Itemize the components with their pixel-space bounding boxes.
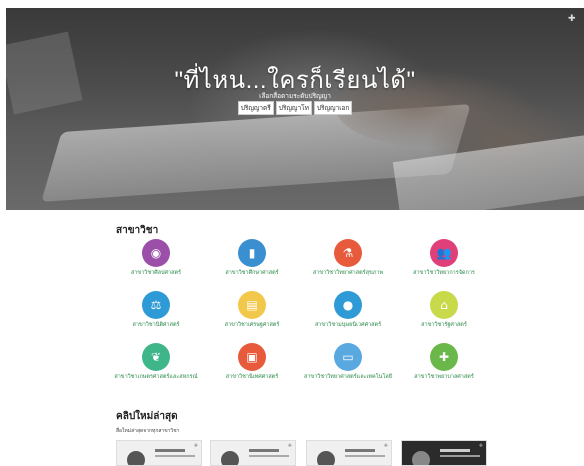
degree-link-master[interactable]: ปริญญาโท: [275, 101, 312, 115]
thumbnail-title: [345, 449, 375, 452]
major-label: สาขาวิชานิเทศศาสตร์: [225, 374, 279, 380]
major-item[interactable]: ▤ สาขาวิชาเศรษฐศาสตร์: [204, 291, 300, 329]
share-icon[interactable]: ✚: [288, 443, 292, 449]
presenter-image: [317, 451, 335, 465]
clip-thumbnail[interactable]: ✚: [306, 440, 392, 466]
degree-links: ปริญญาตรี ปริญญาโท ปริญญาเอก: [6, 101, 584, 115]
clip-thumbnail[interactable]: ✚: [116, 440, 202, 466]
thumbnail-text: [440, 455, 480, 457]
people-icon: 👥: [430, 239, 458, 267]
thumbnail-text: [345, 455, 385, 457]
share-icon[interactable]: ✚: [194, 443, 198, 449]
scales-icon: ⚖: [142, 291, 170, 319]
chart-icon: ▤: [238, 291, 266, 319]
major-item[interactable]: ✚ สาขาวิชาพยาบาลศาสตร์: [396, 343, 492, 381]
thumbnail-title: [440, 449, 470, 452]
major-label: สาขาวิชาศิลปศาสตร์: [130, 270, 182, 276]
major-label: สาขาวิชาศึกษาศาสตร์: [225, 270, 279, 276]
page: ✚ "ที่ไหน...ใครก็เรียนได้" เลือกสื่อตามร…: [0, 0, 584, 466]
person-icon: ●: [334, 291, 362, 319]
thumbnail-text: [155, 455, 195, 457]
major-item[interactable]: ▮ สาขาวิชาศึกษาศาสตร์: [204, 239, 300, 277]
presenter-image: [127, 451, 145, 465]
share-icon[interactable]: ✚: [568, 14, 578, 24]
building-icon: ⌂: [430, 291, 458, 319]
major-label: สาขาวิชานิติศาสตร์: [132, 322, 180, 328]
share-icon[interactable]: ✚: [384, 443, 388, 449]
flask-icon: ⚗: [334, 239, 362, 267]
monitor-icon: ▭: [334, 343, 362, 371]
major-item[interactable]: 👥 สาขาวิชาวิทยาการจัดการ: [396, 239, 492, 277]
major-label: สาขาวิชารัฐศาสตร์: [421, 322, 467, 328]
thumbnail-title: [249, 449, 279, 452]
clips-title: คลิปใหม่ล่าสุด: [116, 411, 178, 422]
camera-icon: ▣: [238, 343, 266, 371]
major-item[interactable]: ⚗ สาขาวิชาวิทยาศาสตร์สุขภาพ: [300, 239, 396, 277]
major-item[interactable]: ❦ สาขาวิชาเกษตรศาสตร์และสหกรณ์: [108, 343, 204, 381]
major-item[interactable]: ▣ สาขาวิชานิเทศศาสตร์: [204, 343, 300, 381]
books-icon: ▮: [238, 239, 266, 267]
presenter-image: [412, 451, 430, 465]
thumbnail-title: [155, 449, 185, 452]
major-label: สาขาวิชามนุษยนิเวศศาสตร์: [314, 322, 382, 328]
major-item[interactable]: ⌂ สาขาวิชารัฐศาสตร์: [396, 291, 492, 329]
clip-thumbnail[interactable]: ✚: [401, 440, 487, 466]
leaf-icon: ❦: [142, 343, 170, 371]
presenter-image: [221, 451, 239, 465]
major-item[interactable]: ⚖ สาขาวิชานิติศาสตร์: [108, 291, 204, 329]
major-label: สาขาวิชาวิทยาศาสตร์สุขภาพ: [312, 270, 384, 276]
hero-subtitle: เลือกสื่อตามระดับปริญญา: [259, 92, 331, 100]
major-label: สาขาวิชาเกษตรศาสตร์และสหกรณ์: [114, 374, 198, 380]
degree-link-doctorate[interactable]: ปริญญาเอก: [313, 101, 353, 115]
clips-subtitle: สื่อใหม่ล่าสุดจากทุกสาขาวิชา: [116, 428, 180, 434]
thumbnail-text: [249, 455, 289, 457]
majors-title: สาขาวิชา: [116, 225, 159, 236]
major-label: สาขาวิชาวิทยาศาสตร์และเทคโนโลยี: [303, 374, 392, 380]
major-item[interactable]: ● สาขาวิชามนุษยนิเวศศาสตร์: [300, 291, 396, 329]
major-item[interactable]: ◉ สาขาวิชาศิลปศาสตร์: [108, 239, 204, 277]
degree-link-bachelor[interactable]: ปริญญาตรี: [237, 101, 274, 115]
share-icon[interactable]: ✚: [479, 443, 483, 449]
clip-thumbnail[interactable]: ✚: [210, 440, 296, 466]
major-label: สาขาวิชาเศรษฐศาสตร์: [224, 322, 280, 328]
hero-banner: ✚ "ที่ไหน...ใครก็เรียนได้" เลือกสื่อตามร…: [6, 8, 584, 210]
major-label: สาขาวิชาพยาบาลศาสตร์: [414, 374, 474, 380]
cross-icon: ✚: [430, 343, 458, 371]
major-item[interactable]: ▭ สาขาวิชาวิทยาศาสตร์และเทคโนโลยี: [300, 343, 396, 381]
eye-icon: ◉: [142, 239, 170, 267]
major-label: สาขาวิชาวิทยาการจัดการ: [413, 270, 475, 276]
